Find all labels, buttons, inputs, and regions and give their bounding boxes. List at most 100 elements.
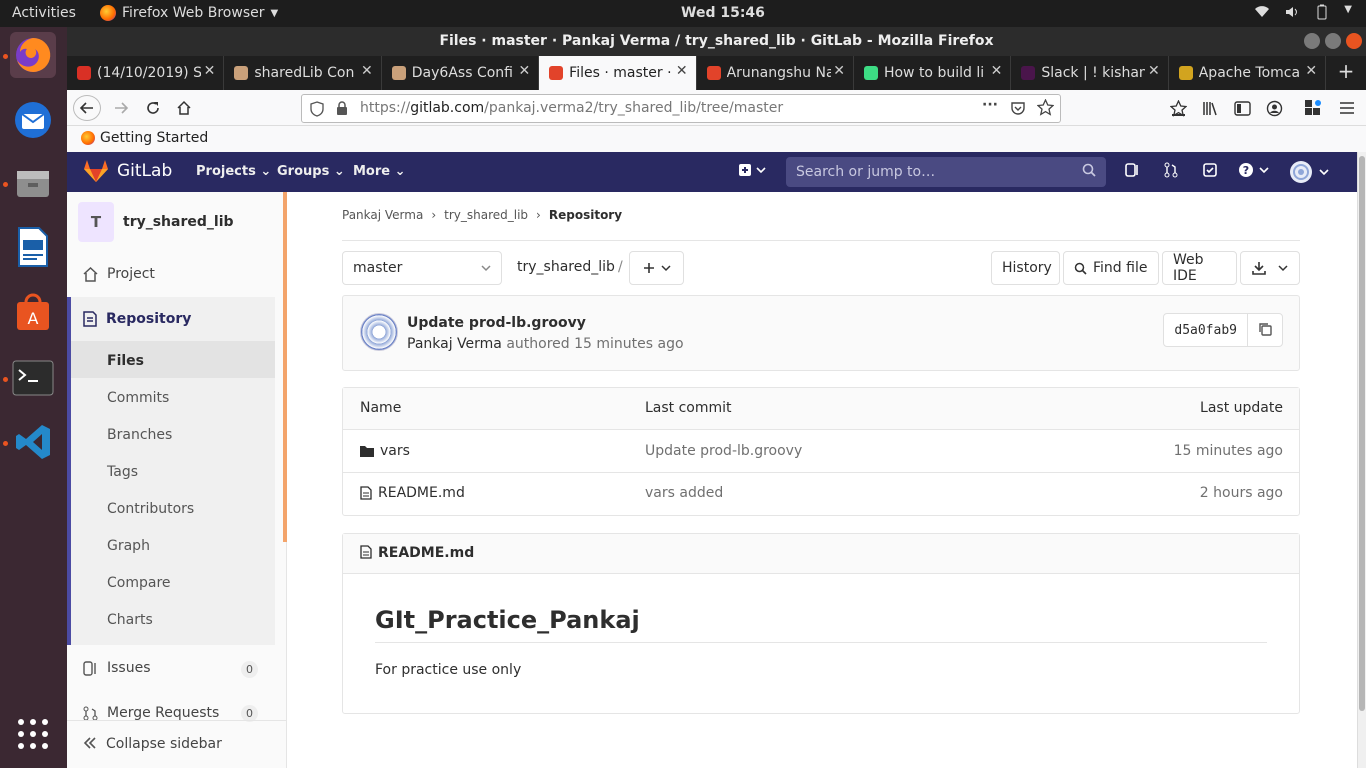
sidebar-item-branches[interactable]: Branches xyxy=(107,427,172,443)
search-input[interactable]: Search or jump to… xyxy=(786,157,1106,187)
home-icon[interactable] xyxy=(170,95,198,121)
activities-button[interactable]: Activities xyxy=(12,5,76,21)
groups-dropdown[interactable]: Groups ⌄ xyxy=(277,164,345,179)
sidebar-item-charts[interactable]: Charts xyxy=(107,612,153,628)
browser-tab[interactable]: How to build li ✕ xyxy=(854,56,1012,90)
sidebar-item-contributors[interactable]: Contributors xyxy=(107,501,194,517)
table-row[interactable]: vars Update prod-lb.groovy 15 minutes ag… xyxy=(343,431,1299,473)
sidebar-item-files[interactable]: Files xyxy=(107,353,144,369)
author-avatar[interactable] xyxy=(360,313,398,351)
sidebar-item-commits[interactable]: Commits xyxy=(107,390,169,406)
app-menu[interactable]: Firefox Web Browser ▼ xyxy=(100,5,278,21)
account-icon[interactable] xyxy=(1260,95,1288,121)
writer-dock-icon[interactable] xyxy=(10,224,56,270)
close-tab-icon[interactable]: ✕ xyxy=(361,63,373,79)
commit-author[interactable]: Pankaj Verma xyxy=(407,336,502,352)
sidebar-item-repository[interactable]: Repository xyxy=(83,311,191,327)
close-tab-icon[interactable]: ✕ xyxy=(1305,63,1317,79)
close-tab-icon[interactable]: ✕ xyxy=(676,63,688,79)
merge-request-icon[interactable] xyxy=(1163,162,1179,178)
tab-active[interactable]: Files · master · ✕ xyxy=(539,56,697,90)
sidebar-item-compare[interactable]: Compare xyxy=(107,575,171,591)
close-tab-icon[interactable]: ✕ xyxy=(1148,63,1160,79)
more-dropdown[interactable]: More ⌄ xyxy=(353,164,406,179)
bookmarks-toolbar: Getting Started xyxy=(67,126,1366,152)
page-actions-icon[interactable]: ··· xyxy=(982,97,998,113)
terminal-dock-icon[interactable] xyxy=(10,355,56,401)
issues-icon[interactable] xyxy=(1124,162,1140,178)
browser-tab[interactable]: Arunangshu Na ✕ xyxy=(697,56,854,90)
page-scrollbar[interactable] xyxy=(1357,152,1366,768)
extensions-icon[interactable] xyxy=(1299,95,1327,121)
browser-tab[interactable]: (14/10/2019) S ✕ xyxy=(67,56,225,90)
sidebar-toggle-icon[interactable] xyxy=(1228,95,1256,121)
browser-tab[interactable]: Apache Tomca ✕ xyxy=(1169,56,1327,90)
breadcrumb-current[interactable]: Repository xyxy=(549,208,622,222)
reload-icon[interactable] xyxy=(139,95,167,121)
branch-select[interactable]: master xyxy=(342,251,502,285)
address-bar[interactable]: https://gitlab.com/pankaj.verma2/try_sha… xyxy=(301,94,1061,123)
file-name-link[interactable]: README.md xyxy=(378,485,465,501)
tab-label: Day6Ass Confi xyxy=(411,65,513,81)
row-last-commit[interactable]: Update prod-lb.groovy xyxy=(645,443,802,459)
back-icon[interactable] xyxy=(73,95,101,121)
minimize-icon[interactable] xyxy=(1304,33,1320,49)
copy-sha-button[interactable] xyxy=(1248,314,1282,346)
vscode-dock-icon[interactable] xyxy=(10,419,56,465)
bookmark-star-icon[interactable] xyxy=(1037,99,1054,116)
bookmarks-star-icon[interactable] xyxy=(1164,95,1192,121)
browser-tab[interactable]: sharedLib Con ✕ xyxy=(224,56,382,90)
sidebar-item-tags[interactable]: Tags xyxy=(107,464,138,480)
download-dropdown[interactable] xyxy=(1240,251,1300,285)
bookmark-getting-started[interactable]: Getting Started xyxy=(81,130,208,146)
sidebar-project-header[interactable]: T try_shared_lib xyxy=(78,202,234,242)
collapse-sidebar-button[interactable]: Collapse sidebar xyxy=(67,720,286,768)
readme-filename[interactable]: README.md xyxy=(378,545,474,573)
help-icon[interactable]: ? xyxy=(1238,162,1272,178)
thunderbird-dock-icon[interactable] xyxy=(10,97,56,143)
hamburger-menu-icon[interactable] xyxy=(1333,95,1361,121)
close-tab-icon[interactable]: ✕ xyxy=(204,63,216,79)
breadcrumb-user[interactable]: Pankaj Verma xyxy=(342,208,423,222)
table-row[interactable]: README.md vars added 2 hours ago xyxy=(343,473,1299,515)
history-button[interactable]: History xyxy=(991,251,1060,285)
scrollbar-thumb[interactable] xyxy=(1359,156,1365,711)
browser-tab[interactable]: Slack | ! kishan ✕ xyxy=(1011,56,1169,90)
close-icon[interactable] xyxy=(1346,33,1362,49)
gitlab-home-link[interactable]: GitLab xyxy=(83,159,172,183)
files-dock-icon[interactable] xyxy=(10,160,56,206)
commit-message[interactable]: Update prod-lb.groovy xyxy=(407,315,586,331)
path-root-link[interactable]: try_shared_lib xyxy=(517,259,615,275)
pocket-icon[interactable] xyxy=(1010,100,1026,116)
tab-label: (14/10/2019) S xyxy=(97,65,201,81)
find-file-button[interactable]: Find file xyxy=(1063,251,1159,285)
clock[interactable]: Wed 15:46 xyxy=(681,5,765,21)
sidebar-item-merge-requests[interactable]: Merge Requests xyxy=(83,705,219,721)
row-last-commit[interactable]: vars added xyxy=(645,485,723,501)
add-to-tree-button[interactable] xyxy=(629,251,684,285)
show-applications-icon[interactable] xyxy=(10,711,56,757)
forward-icon[interactable] xyxy=(107,95,135,121)
close-tab-icon[interactable]: ✕ xyxy=(991,63,1003,79)
system-tray[interactable]: ▼ xyxy=(1254,4,1352,20)
sidebar-item-graph[interactable]: Graph xyxy=(107,538,150,554)
library-icon[interactable] xyxy=(1196,95,1224,121)
sidebar-item-issues[interactable]: Issues xyxy=(83,660,151,676)
commit-sha[interactable]: d5a0fab9 xyxy=(1164,314,1248,346)
projects-dropdown[interactable]: Projects ⌄ xyxy=(196,164,271,179)
sidebar-item-project[interactable]: Project xyxy=(83,266,155,282)
bookmark-label: Getting Started xyxy=(100,130,209,146)
todos-icon[interactable] xyxy=(1202,162,1218,178)
file-name-link[interactable]: vars xyxy=(380,443,410,459)
software-dock-icon[interactable]: A xyxy=(10,289,56,335)
close-tab-icon[interactable]: ✕ xyxy=(518,63,530,79)
web-ide-button[interactable]: Web IDE xyxy=(1162,251,1237,285)
maximize-icon[interactable] xyxy=(1325,33,1341,49)
browser-tab[interactable]: Day6Ass Confi ✕ xyxy=(382,56,540,90)
new-item-plus-icon[interactable] xyxy=(738,162,768,178)
new-tab-icon[interactable]: + xyxy=(1326,56,1366,90)
user-avatar-icon[interactable] xyxy=(1290,160,1334,184)
breadcrumb-project[interactable]: try_shared_lib xyxy=(444,208,528,222)
close-tab-icon[interactable]: ✕ xyxy=(833,63,845,79)
firefox-dock-icon[interactable] xyxy=(10,32,56,78)
